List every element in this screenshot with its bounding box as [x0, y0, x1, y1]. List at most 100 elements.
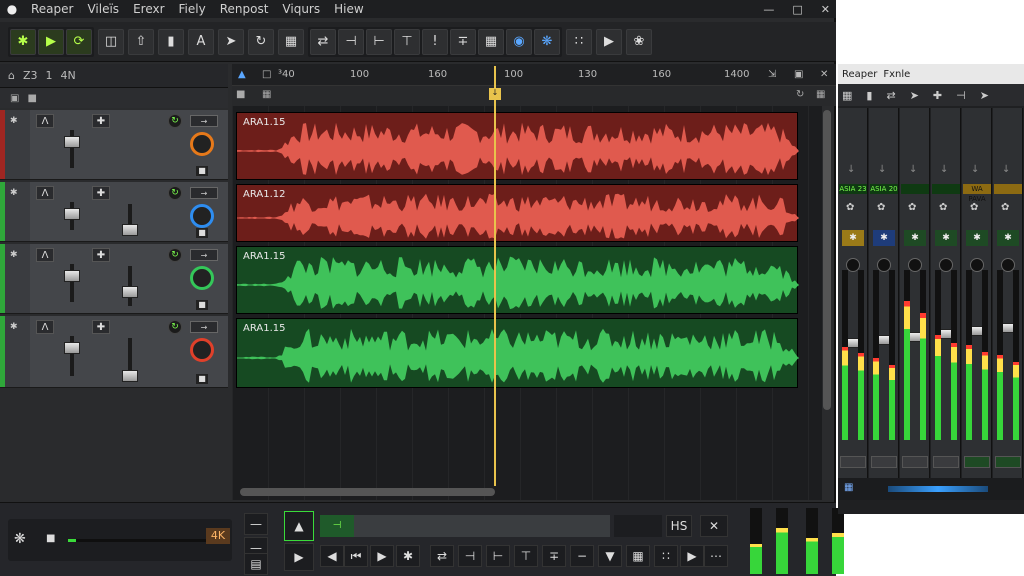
track-pan-slider[interactable]: [122, 266, 138, 306]
mixer-scrollbar[interactable]: [888, 486, 988, 492]
record-status[interactable]: HS: [666, 515, 692, 537]
mixer-insert-button[interactable]: ✱: [997, 230, 1019, 246]
forward-icon[interactable]: ➤: [910, 89, 919, 102]
mixer-route-button[interactable]: [995, 456, 1021, 468]
menu-item-report[interactable]: Renpost: [213, 2, 276, 16]
play-alt-icon[interactable]: ▶: [596, 28, 622, 55]
mixer-insert-button[interactable]: ✱: [935, 230, 957, 246]
mixer-channel-strip[interactable]: ↓ ASIA 20 ✿ ✱: [869, 108, 899, 488]
menu-item-help[interactable]: Hiew: [327, 2, 371, 16]
playhead-cursor[interactable]: [494, 66, 496, 486]
grid-icon[interactable]: ▦: [842, 89, 852, 102]
master-volume-slider[interactable]: [68, 539, 208, 542]
record-icon[interactable]: −: [570, 545, 594, 567]
ruler-marker-icon[interactable]: ▲: [238, 69, 246, 80]
add-fx-button[interactable]: ✚: [92, 248, 110, 262]
media-item[interactable]: ARA1.12: [236, 184, 799, 242]
split-icon[interactable]: ⇄: [430, 545, 454, 567]
track-gain-dial[interactable]: [190, 132, 214, 156]
fx-icon[interactable]: ✿: [908, 202, 916, 213]
track-input-icon[interactable]: ■: [196, 300, 208, 310]
loop-region-icon[interactable]: ⊣: [320, 515, 354, 537]
mixer-channel-strip[interactable]: ↓ ✿ ✱: [931, 108, 961, 488]
mixer-channel-strip[interactable]: ↓ ASIA 23 ✿ ✱: [838, 108, 868, 488]
columns-icon[interactable]: ▮: [158, 28, 184, 55]
gear-icon[interactable]: ✱: [10, 28, 36, 55]
add-fx-button[interactable]: ✚: [92, 114, 110, 128]
trim-icon[interactable]: ⊣: [956, 89, 966, 102]
automation-icon[interactable]: Λ: [36, 248, 54, 262]
track-route-button[interactable]: →: [190, 249, 218, 261]
track-volume-slider[interactable]: [64, 336, 80, 376]
automation-icon[interactable]: Λ: [36, 320, 54, 334]
phase-icon[interactable]: ↻: [168, 320, 182, 334]
refresh-icon[interactable]: ↻: [248, 28, 274, 55]
grid-icon[interactable]: ▦: [844, 482, 853, 493]
maximize-button[interactable]: □: [792, 3, 802, 16]
trim-icon[interactable]: ⊣: [458, 545, 482, 567]
track-gear-icon[interactable]: ✱: [10, 188, 18, 198]
mixer-route-button[interactable]: [840, 456, 866, 468]
minus-button[interactable]: —: [244, 513, 268, 535]
fx-icon[interactable]: ✿: [877, 202, 885, 213]
media-item[interactable]: ARA1.15: [236, 318, 799, 388]
snap-grid-icon[interactable]: ▦: [478, 28, 504, 55]
phase-icon[interactable]: ↻: [168, 114, 182, 128]
split-icon[interactable]: ⇄: [310, 28, 336, 55]
settings-icon[interactable]: ❋: [534, 28, 560, 55]
settings-icon[interactable]: ✱: [396, 545, 420, 567]
play-icon[interactable]: ▶: [38, 28, 64, 55]
transport-timeline[interactable]: ⊣: [320, 515, 610, 537]
text-icon[interactable]: A: [188, 28, 214, 55]
track-pan-knob[interactable]: [122, 286, 138, 298]
plus-icon[interactable]: ✚: [933, 89, 942, 102]
track-route-button[interactable]: →: [190, 187, 218, 199]
vertical-scrollbar[interactable]: [823, 110, 831, 410]
mixer-channel-strip[interactable]: ↓ ✿ ✱: [900, 108, 930, 488]
track-volume-slider[interactable]: [64, 130, 80, 168]
forward-icon[interactable]: ▶: [680, 545, 704, 567]
arrange-view[interactable]: ARA1.15 ARA1.12 ARA1.15 ARA1.15: [232, 106, 822, 500]
menu-item-edit[interactable]: Erexr: [126, 2, 171, 16]
menu-item-viqurs[interactable]: Viqurs: [275, 2, 327, 16]
track-volume-knob[interactable]: [64, 270, 80, 282]
mixer-insert-button[interactable]: ✱: [904, 230, 926, 246]
fx-icon[interactable]: ✿: [970, 202, 978, 213]
down-icon[interactable]: ▼: [598, 545, 622, 567]
snap-icon[interactable]: ∷: [654, 545, 678, 567]
track-gear-icon[interactable]: ✱: [10, 250, 18, 260]
menu-item-file[interactable]: Fiely: [172, 2, 213, 16]
stretch-icon[interactable]: !: [422, 28, 448, 55]
close-transport-button[interactable]: ✕: [700, 515, 728, 537]
track-route-button[interactable]: →: [190, 321, 218, 333]
square-icon[interactable]: ■: [27, 93, 36, 104]
horizontal-scrollbar[interactable]: [240, 488, 495, 496]
trim-icon[interactable]: ⊣: [338, 28, 364, 55]
lock-icon[interactable]: ▦: [278, 28, 304, 55]
fx-icon[interactable]: ❀: [626, 28, 652, 55]
track-volume-slider[interactable]: [64, 264, 80, 302]
automation-icon[interactable]: Λ: [36, 114, 54, 128]
media-item[interactable]: ARA1.15: [236, 112, 799, 180]
track-gear-icon[interactable]: ✱: [10, 322, 18, 332]
mixer-route-button[interactable]: [933, 456, 959, 468]
track-pan-knob[interactable]: [122, 370, 138, 382]
media-item[interactable]: ARA1.15: [236, 246, 799, 314]
grid-icon[interactable]: ▦: [816, 89, 825, 100]
home-icon[interactable]: ⌂: [8, 69, 15, 82]
fx-icon[interactable]: ✿: [939, 202, 947, 213]
play-button[interactable]: ▶: [284, 543, 314, 571]
grid-icon[interactable]: ▦: [626, 545, 650, 567]
loop-icon[interactable]: ⟳: [66, 28, 92, 55]
speaker-icon[interactable]: ■: [46, 533, 55, 544]
track-input-icon[interactable]: ■: [196, 228, 208, 238]
minimize-button[interactable]: —: [763, 3, 774, 16]
fx-icon[interactable]: ✿: [846, 202, 854, 213]
track-gear-icon[interactable]: ✱: [10, 116, 18, 126]
columns-icon[interactable]: ▮: [866, 89, 872, 102]
track-route-button[interactable]: →: [190, 115, 218, 127]
grid-icon[interactable]: ◫: [98, 28, 124, 55]
track-control-1[interactable]: Λ ✚ ↻ → ■ ✱: [0, 110, 228, 180]
track-input-icon[interactable]: ■: [196, 374, 208, 384]
upload-icon[interactable]: ⇧: [128, 28, 154, 55]
